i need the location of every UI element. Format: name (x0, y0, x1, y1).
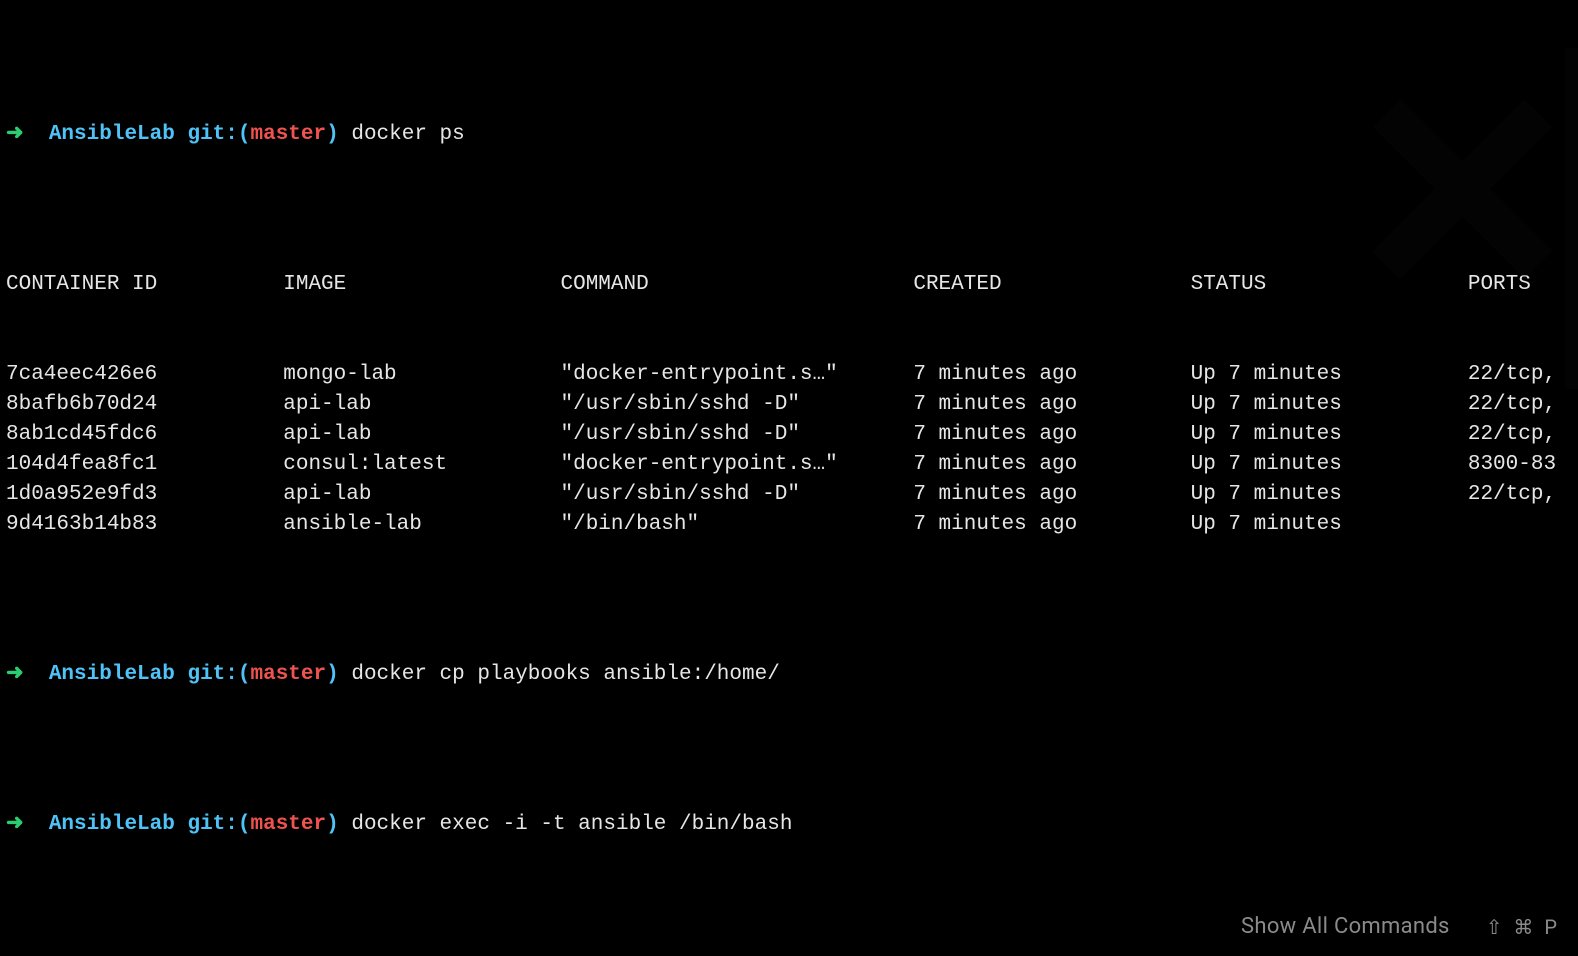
git-paren-close: ) (326, 663, 339, 686)
git-paren-open: ( (238, 663, 251, 686)
prompt-line: ➜ AnsibleLab git:(master) docker ps (6, 120, 1572, 150)
docker-ps-row: 8bafb6b70d24 api-lab "/usr/sbin/sshd -D"… (6, 390, 1572, 420)
prompt-arrow-icon: ➜ (6, 663, 24, 686)
keyboard-shortcut: ⇧ ⌘ P (1486, 912, 1560, 942)
prompt-directory: AnsibleLab (49, 813, 175, 836)
git-label: git: (187, 123, 237, 146)
command-palette-hint: Show All Commands ⇧ ⌘ P (1241, 912, 1560, 942)
docker-ps-header: CONTAINER ID IMAGE COMMAND CREATED STATU… (6, 270, 1572, 300)
git-paren-close: ) (326, 123, 339, 146)
git-label: git: (187, 813, 237, 836)
command-text: docker ps (351, 123, 464, 146)
docker-ps-row: 1d0a952e9fd3 api-lab "/usr/sbin/sshd -D"… (6, 480, 1572, 510)
git-branch: master (251, 123, 327, 146)
docker-ps-row: 7ca4eec426e6 mongo-lab "docker-entrypoin… (6, 360, 1572, 390)
prompt-arrow-icon: ➜ (6, 123, 24, 146)
hint-label: Show All Commands (1241, 912, 1450, 942)
git-paren-open: ( (238, 813, 251, 836)
git-branch: master (251, 663, 327, 686)
prompt-arrow-icon: ➜ (6, 813, 24, 836)
docker-ps-row: 8ab1cd45fdc6 api-lab "/usr/sbin/sshd -D"… (6, 420, 1572, 450)
docker-ps-body: 7ca4eec426e6 mongo-lab "docker-entrypoin… (6, 360, 1572, 540)
command-text: docker cp playbooks ansible:/home/ (351, 663, 779, 686)
prompt-line: ➜ AnsibleLab git:(master) docker exec -i… (6, 810, 1572, 840)
docker-ps-row: 9d4163b14b83 ansible-lab "/bin/bash" 7 m… (6, 510, 1572, 540)
git-paren-close: ) (326, 813, 339, 836)
command-text: docker exec -i -t ansible /bin/bash (351, 813, 792, 836)
git-paren-open: ( (238, 123, 251, 146)
prompt-line: ➜ AnsibleLab git:(master) docker cp play… (6, 660, 1572, 690)
prompt-directory: AnsibleLab (49, 123, 175, 146)
git-branch: master (251, 813, 327, 836)
docker-ps-row: 104d4fea8fc1 consul:latest "docker-entry… (6, 450, 1572, 480)
git-label: git: (187, 663, 237, 686)
terminal-pane[interactable]: ➜ AnsibleLab git:(master) docker ps CONT… (0, 0, 1578, 956)
prompt-directory: AnsibleLab (49, 663, 175, 686)
